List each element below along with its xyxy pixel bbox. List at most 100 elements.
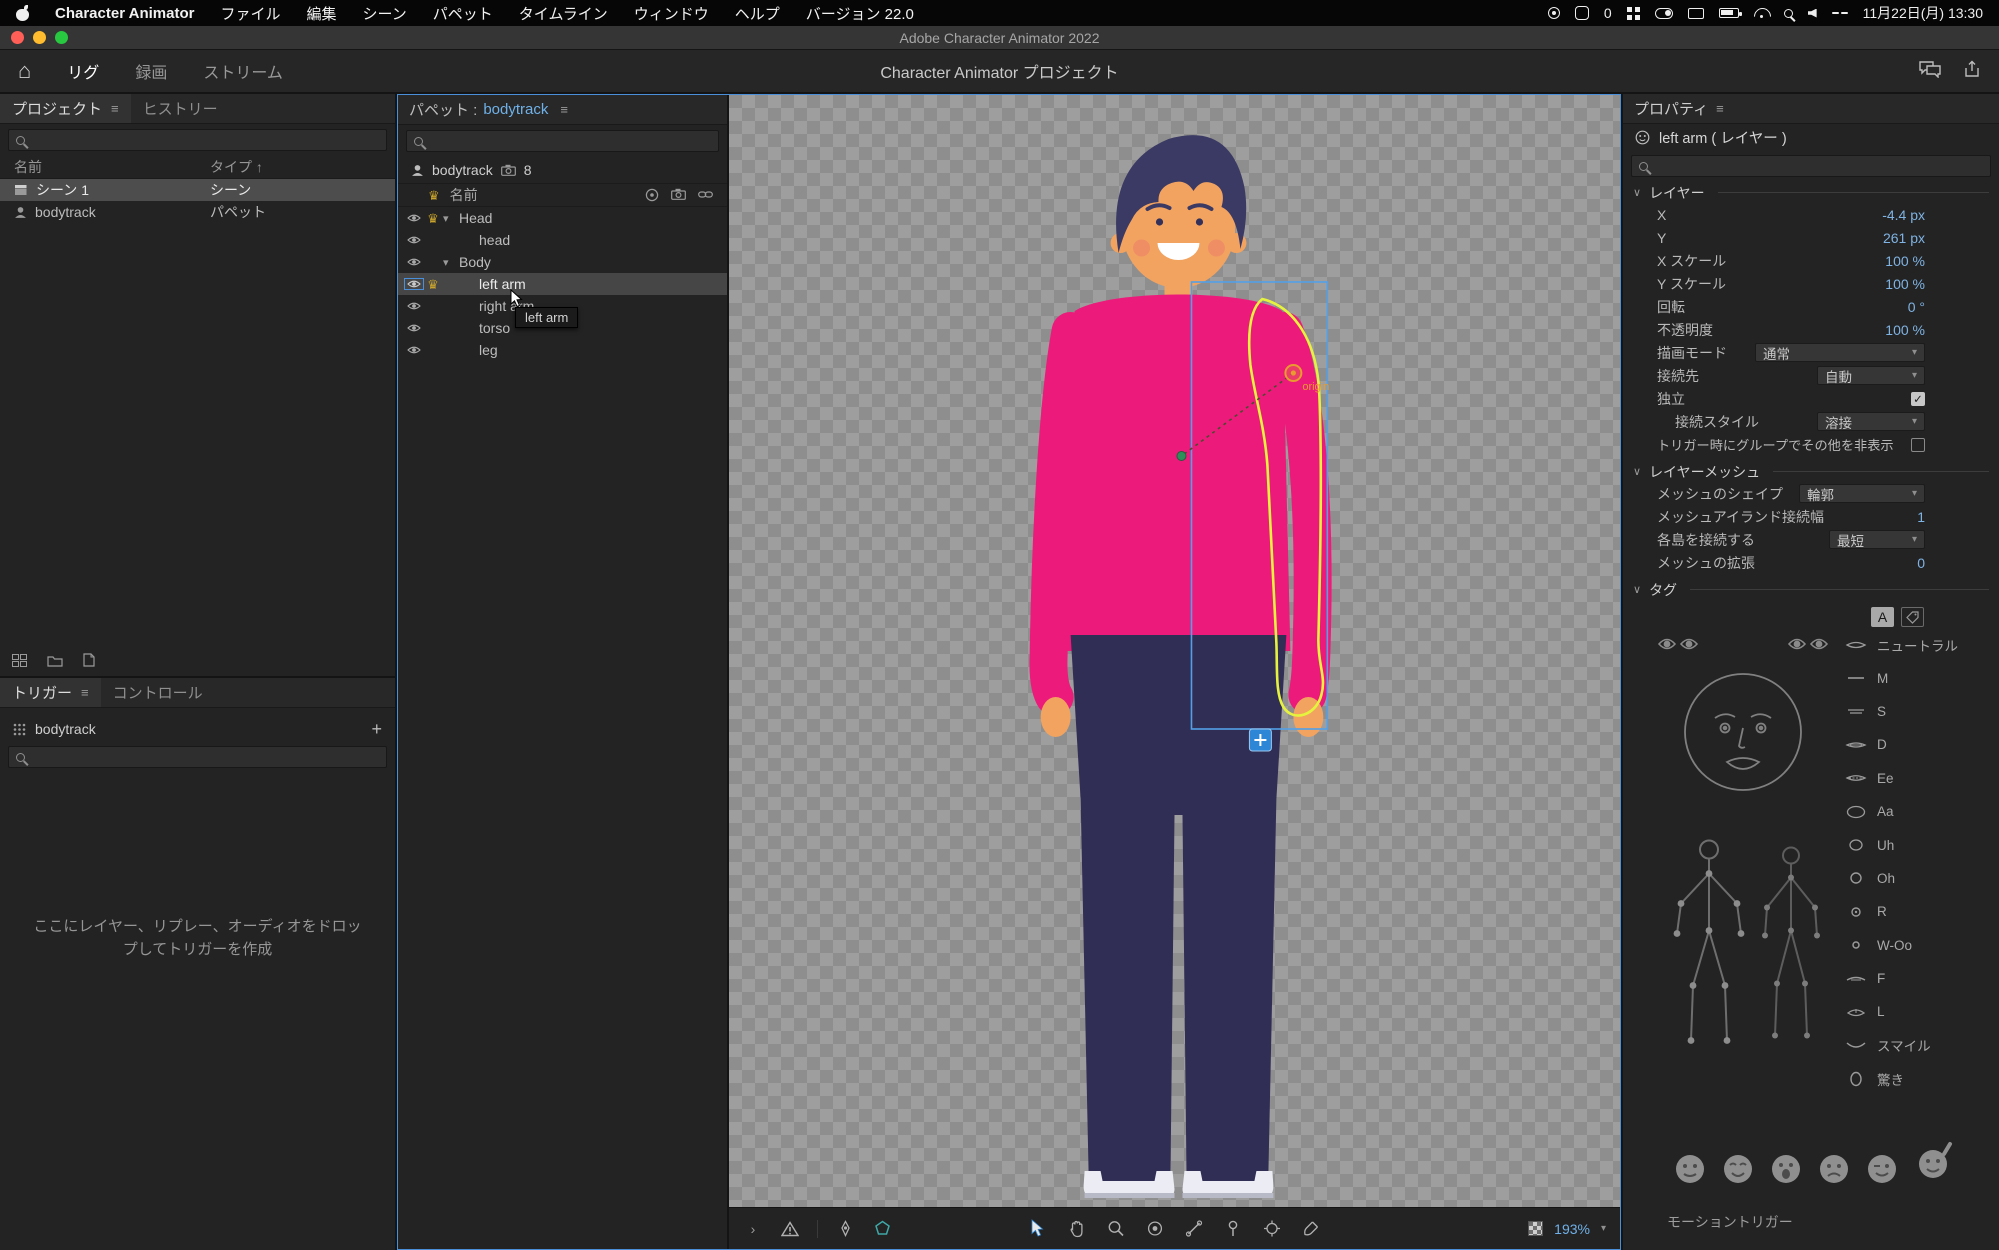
column-type[interactable]: タイプ ↑ <box>210 157 263 177</box>
tree-row-head-group[interactable]: ♛ ▾ Head <box>398 207 727 229</box>
viseme-surprise[interactable]: 驚き <box>1845 1062 1958 1095</box>
stick-tool-icon[interactable] <box>1184 1219 1204 1239</box>
panel-menu-icon[interactable]: ≡ <box>81 685 89 700</box>
viseme-ee[interactable]: Ee <box>1845 762 1958 795</box>
column-name[interactable]: 名前 <box>0 157 210 177</box>
blend-mode-dropdown[interactable]: 通常▾ <box>1755 343 1925 362</box>
camera-icon[interactable] <box>671 188 686 200</box>
add-handle-button[interactable] <box>1249 729 1271 751</box>
home-icon[interactable]: ⌂ <box>18 60 31 82</box>
prop-opacity[interactable]: 不透明度100 % <box>1623 318 1999 341</box>
eye-icon[interactable] <box>405 301 423 311</box>
skeleton-figure-right[interactable] <box>1762 848 1820 1039</box>
new-item-icon[interactable] <box>83 653 95 667</box>
tab-record[interactable]: 録画 <box>135 59 167 83</box>
attach-point[interactable] <box>1177 452 1186 461</box>
battery-icon[interactable] <box>1719 8 1739 18</box>
tab-trigger[interactable]: トリガー ≡ <box>0 678 101 707</box>
menu-timeline[interactable]: タイムライン <box>519 3 608 24</box>
tag-mode-button[interactable] <box>1901 607 1924 627</box>
menu-edit[interactable]: 編集 <box>307 3 337 24</box>
viseme-oh[interactable]: Oh <box>1845 862 1958 895</box>
puppet-search-input[interactable] <box>430 134 711 149</box>
eye-icon[interactable] <box>405 235 423 245</box>
mesh-shape-icon[interactable] <box>872 1219 892 1239</box>
toggle-icon[interactable] <box>1655 8 1673 19</box>
zoom-window-button[interactable] <box>55 31 68 44</box>
independent-checkbox[interactable]: ✓ <box>1911 392 1925 406</box>
attach-style-dropdown[interactable]: 溶接▾ <box>1817 412 1925 431</box>
character-left-arm[interactable] <box>1041 331 1071 737</box>
viseme-r[interactable]: R <box>1845 895 1958 928</box>
new-folder-icon[interactable] <box>47 654 63 667</box>
prop-x-scale[interactable]: X スケール100 % <box>1623 249 1999 272</box>
menu-window[interactable]: ウィンドウ <box>634 3 709 24</box>
viseme-d[interactable]: D <box>1845 728 1958 761</box>
prop-x[interactable]: X-4.4 px <box>1623 203 1999 226</box>
rig-canvas[interactable]: origin <box>729 95 1620 1207</box>
section-layer-mesh[interactable]: ∨レイヤーメッシュ <box>1623 461 1999 482</box>
project-row-scene[interactable]: シーン 1 シーン <box>0 179 395 201</box>
expand-icon[interactable]: › <box>743 1219 763 1239</box>
viseme-neutral[interactable]: ニュートラル <box>1845 628 1958 661</box>
chevron-down-icon[interactable]: ▾ <box>443 212 459 225</box>
eye-icon[interactable] <box>405 345 423 355</box>
tab-history[interactable]: ヒストリー <box>131 94 230 123</box>
grid-view-icon[interactable] <box>12 654 27 667</box>
tab-control[interactable]: コントロール <box>101 678 215 707</box>
project-row-puppet[interactable]: bodytrack パペット <box>0 201 395 223</box>
tree-row-body-group[interactable]: ▾ Body <box>398 251 727 273</box>
record-origin-icon[interactable] <box>1145 1219 1165 1239</box>
menu-file[interactable]: ファイル <box>220 3 280 24</box>
properties-search[interactable] <box>1631 155 1991 177</box>
prop-y-scale[interactable]: Y スケール100 % <box>1623 272 1999 295</box>
hide-others-checkbox[interactable] <box>1911 438 1925 452</box>
tree-row-leg[interactable]: leg <box>398 339 727 361</box>
section-layer[interactable]: ∨レイヤー <box>1623 182 1999 203</box>
stamp-tool-icon[interactable] <box>835 1219 855 1239</box>
menu-app-name[interactable]: Character Animator <box>55 5 194 22</box>
creative-cloud-icon[interactable] <box>1575 6 1589 20</box>
skeleton-figure-left[interactable] <box>1674 841 1745 1044</box>
hand-tool-icon[interactable] <box>1067 1219 1087 1239</box>
character-torso[interactable] <box>1067 273 1291 651</box>
launchpad-icon[interactable] <box>1627 7 1640 20</box>
viseme-aa[interactable]: Aa <box>1845 795 1958 828</box>
tree-row-head[interactable]: head <box>398 229 727 251</box>
display-icon[interactable] <box>1688 8 1704 19</box>
prop-rotation[interactable]: 回転0 ° <box>1623 295 1999 318</box>
section-tags[interactable]: ∨タグ <box>1623 579 1999 600</box>
viseme-l[interactable]: L <box>1845 995 1958 1028</box>
chevron-down-icon[interactable]: ▾ <box>1601 1223 1606 1234</box>
crosshair-tool-icon[interactable] <box>1262 1219 1282 1239</box>
share-icon[interactable] <box>1963 60 1981 83</box>
wifi-icon[interactable] <box>1754 8 1769 19</box>
prop-mesh-expand[interactable]: メッシュの拡張0 <box>1623 551 1999 574</box>
chevron-down-icon[interactable]: ▾ <box>443 256 459 269</box>
tab-stream[interactable]: ストリーム <box>203 59 283 83</box>
right-eye-tag-icon[interactable] <box>1789 640 1827 649</box>
link-icon[interactable] <box>698 188 713 201</box>
trigger-search[interactable] <box>8 746 387 768</box>
viseme-s[interactable]: S <box>1845 695 1958 728</box>
project-search-input[interactable] <box>32 133 379 148</box>
left-eye-tag-icon[interactable] <box>1659 640 1697 649</box>
body-tags-diagram[interactable] <box>1651 798 1841 1098</box>
comments-icon[interactable] <box>1919 60 1941 83</box>
prop-y[interactable]: Y261 px <box>1623 226 1999 249</box>
viseme-smile[interactable]: スマイル <box>1845 1029 1958 1062</box>
transparency-grid-icon[interactable] <box>1528 1221 1543 1236</box>
record-takes-icon[interactable] <box>645 188 659 202</box>
emotion-open-icon[interactable] <box>1769 1152 1803 1186</box>
menu-puppet[interactable]: パペット <box>433 3 493 24</box>
brush-tool-icon[interactable] <box>1301 1219 1321 1239</box>
panel-menu-icon[interactable]: ≡ <box>560 102 568 117</box>
emotion-sad-icon[interactable] <box>1817 1152 1851 1186</box>
emotion-neutral-icon[interactable] <box>1673 1152 1707 1186</box>
pin-tool-icon[interactable] <box>1223 1219 1243 1239</box>
mesh-connect-dropdown[interactable]: 最短▾ <box>1829 530 1925 549</box>
apple-icon[interactable] <box>16 6 29 21</box>
face-tags-diagram[interactable] <box>1653 630 1833 798</box>
menu-scene[interactable]: シーン <box>363 3 407 24</box>
volume-icon[interactable] <box>1808 9 1817 18</box>
